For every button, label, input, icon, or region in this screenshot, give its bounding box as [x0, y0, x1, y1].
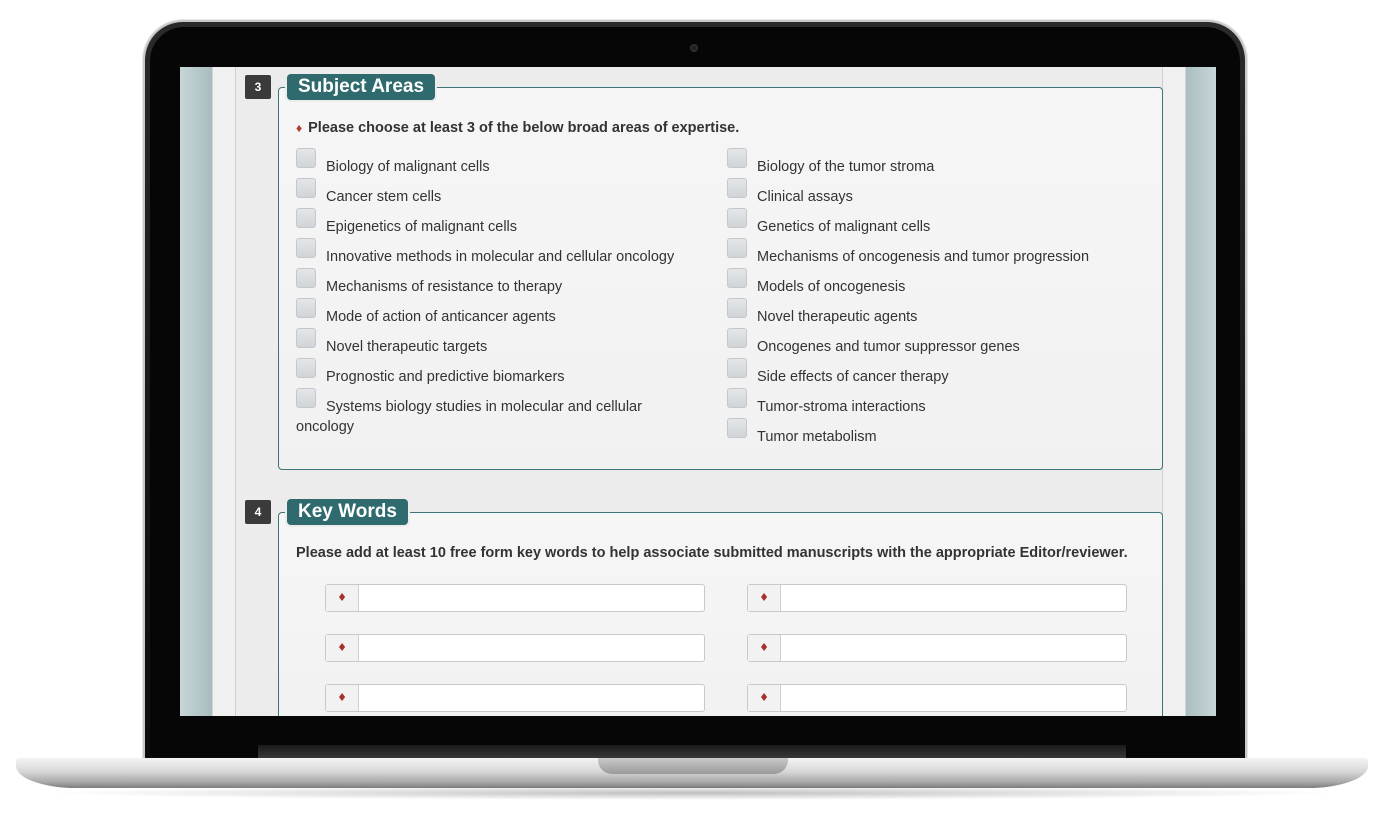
subject-area-option[interactable]: Innovative methods in molecular and cell… — [296, 238, 696, 267]
subject-area-option[interactable]: Prognostic and predictive biomarkers — [296, 358, 696, 387]
checkbox[interactable] — [727, 328, 747, 348]
option-label: Genetics of malignant cells — [757, 219, 931, 235]
option-label: Biology of malignant cells — [326, 159, 490, 175]
required-marker-icon: ♦ — [326, 635, 359, 661]
key-word-field: ♦ — [747, 684, 1127, 712]
key-word-input[interactable] — [359, 585, 704, 611]
checkbox[interactable] — [727, 358, 747, 378]
checkbox[interactable] — [727, 418, 747, 438]
key-words-instruction: Please add at least 10 free form key wor… — [296, 545, 1128, 561]
checkbox[interactable] — [296, 388, 316, 408]
page-background-left — [180, 67, 212, 716]
form-container: 3 Subject Areas ♦ Please choose at least … — [235, 67, 1163, 716]
checkbox[interactable] — [727, 268, 747, 288]
subject-area-option[interactable]: Tumor metabolism — [727, 418, 1127, 447]
checkbox[interactable] — [727, 238, 747, 258]
required-marker-icon: ♦ — [748, 685, 781, 711]
subject-area-option[interactable]: Biology of the tumor stroma — [727, 148, 1127, 177]
option-label: Epigenetics of malignant cells — [326, 219, 518, 235]
subject-area-option[interactable]: Systems biology studies in molecular and… — [296, 388, 696, 437]
subject-area-option[interactable]: Novel therapeutic agents — [727, 298, 1127, 327]
section-number-badge: 4 — [245, 500, 271, 524]
screen: 3 Subject Areas ♦ Please choose at least … — [180, 67, 1216, 716]
required-marker-icon: ♦ — [326, 685, 359, 711]
required-marker-icon: ♦ — [296, 121, 303, 135]
option-label: Mechanisms of oncogenesis and tumor prog… — [757, 249, 1090, 265]
key-word-input[interactable] — [781, 585, 1126, 611]
camera-icon — [690, 44, 698, 52]
checkbox[interactable] — [296, 238, 316, 258]
option-label: Biology of the tumor stroma — [757, 159, 935, 175]
subject-area-option[interactable]: Tumor-stroma interactions — [727, 388, 1127, 417]
key-word-input[interactable] — [781, 685, 1126, 711]
checkbox[interactable] — [296, 328, 316, 348]
option-label: Clinical assays — [757, 189, 853, 205]
checkbox[interactable] — [296, 148, 316, 168]
subject-area-option[interactable]: Biology of malignant cells — [296, 148, 696, 177]
checkbox[interactable] — [296, 358, 316, 378]
subject-area-option[interactable]: Genetics of malignant cells — [727, 208, 1127, 237]
option-label: Tumor-stroma interactions — [757, 399, 926, 415]
option-label: Prognostic and predictive biomarkers — [326, 369, 565, 385]
checkbox[interactable] — [727, 178, 747, 198]
option-label: Novel therapeutic agents — [757, 309, 918, 325]
subject-area-option[interactable]: Oncogenes and tumor suppressor genes — [727, 328, 1127, 357]
page-background-right — [1184, 67, 1216, 716]
key-word-field: ♦ — [747, 584, 1127, 612]
checkbox[interactable] — [296, 208, 316, 228]
option-label: Novel therapeutic targets — [326, 339, 488, 355]
subject-area-option[interactable]: Epigenetics of malignant cells — [296, 208, 696, 237]
key-word-field: ♦ — [325, 634, 705, 662]
section-title: Key Words — [287, 499, 408, 525]
subject-area-option[interactable]: Side effects of cancer therapy — [727, 358, 1127, 387]
required-marker-icon: ♦ — [748, 585, 781, 611]
key-word-field: ♦ — [325, 584, 705, 612]
page-container: 3 Subject Areas ♦ Please choose at least … — [212, 67, 1186, 716]
subject-area-option[interactable]: Clinical assays — [727, 178, 1127, 207]
checkbox[interactable] — [727, 208, 747, 228]
subject-areas-instruction: ♦ Please choose at least 3 of the below b… — [296, 120, 739, 136]
laptop-notch — [598, 758, 788, 774]
option-label: Side effects of cancer therapy — [757, 369, 949, 385]
checkbox[interactable] — [296, 178, 316, 198]
checkbox[interactable] — [727, 388, 747, 408]
option-label: Tumor metabolism — [757, 429, 877, 445]
required-marker-icon: ♦ — [748, 635, 781, 661]
required-marker-icon: ♦ — [326, 585, 359, 611]
laptop-hinge — [258, 745, 1126, 759]
key-word-input[interactable] — [781, 635, 1126, 661]
section-title: Subject Areas — [287, 74, 436, 100]
option-label: Systems biology studies in molecular and… — [296, 399, 642, 435]
key-word-input[interactable] — [359, 635, 704, 661]
subject-area-option[interactable]: Mechanisms of resistance to therapy — [296, 268, 696, 297]
subject-area-option[interactable]: Mode of action of anticancer agents — [296, 298, 696, 327]
option-label: Models of oncogenesis — [757, 279, 906, 295]
subject-area-option[interactable]: Novel therapeutic targets — [296, 328, 696, 357]
key-word-field: ♦ — [325, 684, 705, 712]
option-label: Mode of action of anticancer agents — [326, 309, 556, 325]
option-label: Oncogenes and tumor suppressor genes — [757, 339, 1020, 355]
key-word-field: ♦ — [747, 634, 1127, 662]
checkbox[interactable] — [727, 148, 747, 168]
checkbox[interactable] — [296, 268, 316, 288]
laptop-shadow — [40, 786, 1344, 800]
option-label: Innovative methods in molecular and cell… — [326, 249, 675, 265]
checkbox[interactable] — [727, 298, 747, 318]
subject-area-option[interactable]: Models of oncogenesis — [727, 268, 1127, 297]
checkbox[interactable] — [296, 298, 316, 318]
option-label: Cancer stem cells — [326, 189, 442, 205]
subject-area-option[interactable]: Cancer stem cells — [296, 178, 696, 207]
subject-area-option[interactable]: Mechanisms of oncogenesis and tumor prog… — [727, 238, 1127, 267]
option-label: Mechanisms of resistance to therapy — [326, 279, 563, 295]
key-word-input[interactable] — [359, 685, 704, 711]
instruction-text: Please choose at least 3 of the below br… — [308, 120, 740, 136]
section-number-badge: 3 — [245, 75, 271, 99]
